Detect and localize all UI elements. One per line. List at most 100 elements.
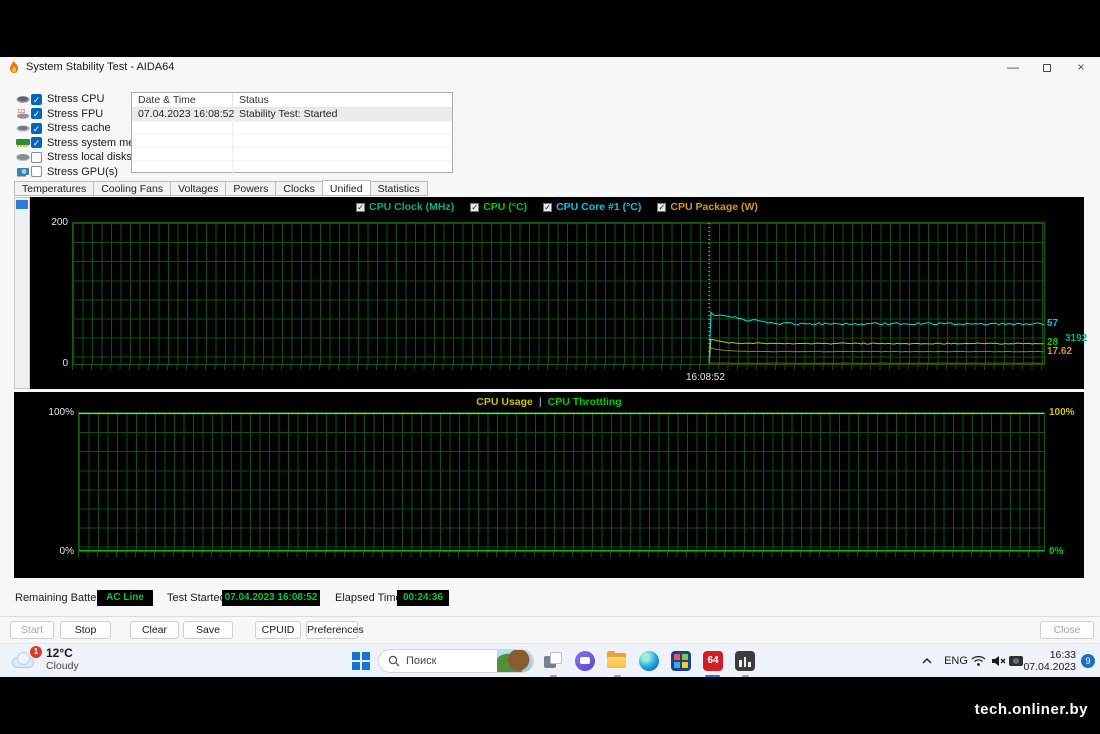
- x-axis-time-label: 16:08:52: [686, 372, 725, 383]
- search-icon: [388, 655, 400, 667]
- elapsed-time-value: 00:24:36: [397, 590, 449, 606]
- tab-unified[interactable]: Unified: [322, 180, 371, 196]
- usage-plot: [78, 412, 1045, 552]
- weather-widget[interactable]: 1 12°C Cloudy: [10, 647, 79, 672]
- checkbox-unchecked[interactable]: ✓: [31, 152, 42, 163]
- chart-scrollbar[interactable]: [14, 197, 30, 389]
- checkbox-checked[interactable]: ✓: [31, 108, 42, 119]
- cpu-icon: [14, 93, 31, 105]
- tab-voltages[interactable]: Voltages: [170, 181, 226, 196]
- tray-chevron-icon[interactable]: [917, 644, 937, 678]
- cache-icon: [14, 122, 31, 134]
- usage-right-min-label: 0%: [1049, 546, 1063, 557]
- save-button[interactable]: Save: [183, 621, 233, 639]
- table-header: Date & Time Status: [132, 93, 452, 108]
- search-placeholder: Поиск: [406, 655, 497, 667]
- preferences-button[interactable]: Preferences: [306, 621, 358, 639]
- fpu-icon: 123: [14, 108, 31, 120]
- tab-statistics[interactable]: Statistics: [370, 181, 428, 196]
- windows-taskbar: 1 12°C Cloudy Поиск 64: [0, 643, 1100, 677]
- weather-condition: Cloudy: [46, 660, 79, 672]
- cpuid-button[interactable]: CPUID: [255, 621, 301, 639]
- microsoft-store-icon[interactable]: [671, 651, 691, 671]
- legend-checkbox-icon[interactable]: ✓: [356, 203, 365, 212]
- usage-chart-title: CPU Usage|CPU Throttling: [14, 396, 1084, 408]
- windows-logo-icon: [351, 651, 371, 671]
- tab-temperatures[interactable]: Temperatures: [14, 181, 94, 196]
- cpu-usage-title: CPU Usage: [476, 396, 533, 408]
- notification-badge[interactable]: 9: [1078, 644, 1098, 678]
- checkbox-unchecked[interactable]: ✓: [31, 166, 42, 177]
- table-row[interactable]: 07.04.2023 16:08:52 Stability Test: Star…: [132, 108, 452, 121]
- test-started-value: 07.04.2023 16:08:52: [222, 590, 320, 606]
- legend-item: ✓ CPU (°C): [470, 201, 527, 213]
- aida64-flame-icon: [8, 61, 20, 79]
- disk-icon: [14, 151, 31, 163]
- start-button-windows[interactable]: [351, 651, 371, 671]
- titlebar: System Stability Test - AIDA64 — ×: [0, 57, 1100, 78]
- legend-checkbox-icon[interactable]: ✓: [657, 203, 666, 212]
- x-axis-ticks: [72, 365, 1045, 370]
- tab-clocks[interactable]: Clocks: [275, 181, 323, 196]
- column-status[interactable]: Status: [233, 93, 452, 107]
- cpu-usage-chart-panel: CPU Usage|CPU Throttling 100% 0% 100% 0%: [14, 392, 1084, 578]
- legend-item: ✓ CPU Package (W): [657, 201, 758, 213]
- legend-checkbox-icon[interactable]: ✓: [470, 203, 479, 212]
- y-axis-min-label: 0: [42, 358, 68, 369]
- maximize-button[interactable]: [1030, 57, 1064, 78]
- language-indicator[interactable]: ENG: [941, 644, 971, 678]
- tab-cooling-fans[interactable]: Cooling Fans: [93, 181, 171, 196]
- legend-item: ✓ CPU Core #1 (°C): [543, 201, 641, 213]
- battery-label: Remaining Battery:: [15, 592, 109, 604]
- search-highlight-image[interactable]: [497, 649, 533, 673]
- clock-widget[interactable]: 16:33 07.04.2023: [1028, 644, 1076, 678]
- weather-temp: 12°C: [46, 647, 79, 660]
- test-started-label: Test Started:: [167, 592, 229, 604]
- gpu-icon: [14, 166, 31, 178]
- letterbox-top: [0, 0, 1100, 57]
- stop-button[interactable]: Stop: [60, 621, 111, 639]
- chat-icon[interactable]: [575, 651, 595, 671]
- memory-icon: [14, 137, 31, 149]
- battery-value: AC Line: [97, 590, 153, 606]
- cpu-throttling-title: CPU Throttling: [548, 396, 622, 408]
- aida64-taskbar-icon[interactable]: 64: [703, 651, 723, 671]
- checkbox-checked[interactable]: ✓: [31, 123, 42, 134]
- elapsed-time-label: Elapsed Time:: [335, 592, 405, 604]
- tray-time: 16:33: [1050, 649, 1076, 661]
- test-status-bar: Remaining Battery: AC Line Test Started:…: [0, 590, 1100, 608]
- table-row-empty: [132, 121, 452, 134]
- cloud-icon: 1: [10, 649, 40, 671]
- legend-item: ✓ CPU Clock (MHz): [356, 201, 454, 213]
- usage-right-max-label: 100%: [1049, 407, 1075, 418]
- chart-legend: ✓ CPU Clock (MHz) ✓ CPU (°C) ✓ CPU Core …: [30, 201, 1084, 213]
- clear-button[interactable]: Clear: [130, 621, 179, 639]
- table-row-empty: [132, 134, 452, 147]
- letterbox-bottom: tech.onliner.by: [0, 677, 1100, 734]
- checkbox-checked[interactable]: ✓: [31, 94, 42, 105]
- legend-checkbox-icon[interactable]: ✓: [543, 203, 552, 212]
- wifi-icon[interactable]: [968, 644, 988, 678]
- file-explorer-icon[interactable]: [607, 651, 627, 671]
- usage-left-max-label: 100%: [44, 407, 74, 418]
- y-axis-max-label: 200: [42, 217, 68, 228]
- table-row-empty: [132, 147, 452, 160]
- minimize-button[interactable]: —: [996, 57, 1030, 78]
- table-row-empty: [132, 160, 452, 173]
- column-date-time[interactable]: Date & Time: [132, 93, 233, 107]
- edge-icon[interactable]: [639, 651, 659, 671]
- task-view-icon[interactable]: [543, 651, 563, 671]
- value-label-cpu-core1: 57: [1047, 318, 1058, 329]
- close-button[interactable]: Close: [1040, 621, 1094, 639]
- scrollbar-thumb[interactable]: [16, 200, 28, 209]
- close-window-button[interactable]: ×: [1064, 57, 1098, 78]
- start-button[interactable]: Start: [10, 621, 54, 639]
- watermark-text: tech.onliner.by: [975, 701, 1088, 718]
- tab-powers[interactable]: Powers: [225, 181, 276, 196]
- search-box[interactable]: Поиск: [378, 649, 534, 673]
- unified-chart-panel: ✓ CPU Clock (MHz) ✓ CPU (°C) ✓ CPU Core …: [14, 197, 1084, 389]
- checkbox-checked[interactable]: ✓: [31, 137, 42, 148]
- mixer-app-icon[interactable]: [735, 651, 755, 671]
- tray-date: 07.04.2023: [1023, 661, 1076, 673]
- graph-tabs: Temperatures Cooling Fans Voltages Power…: [14, 181, 427, 197]
